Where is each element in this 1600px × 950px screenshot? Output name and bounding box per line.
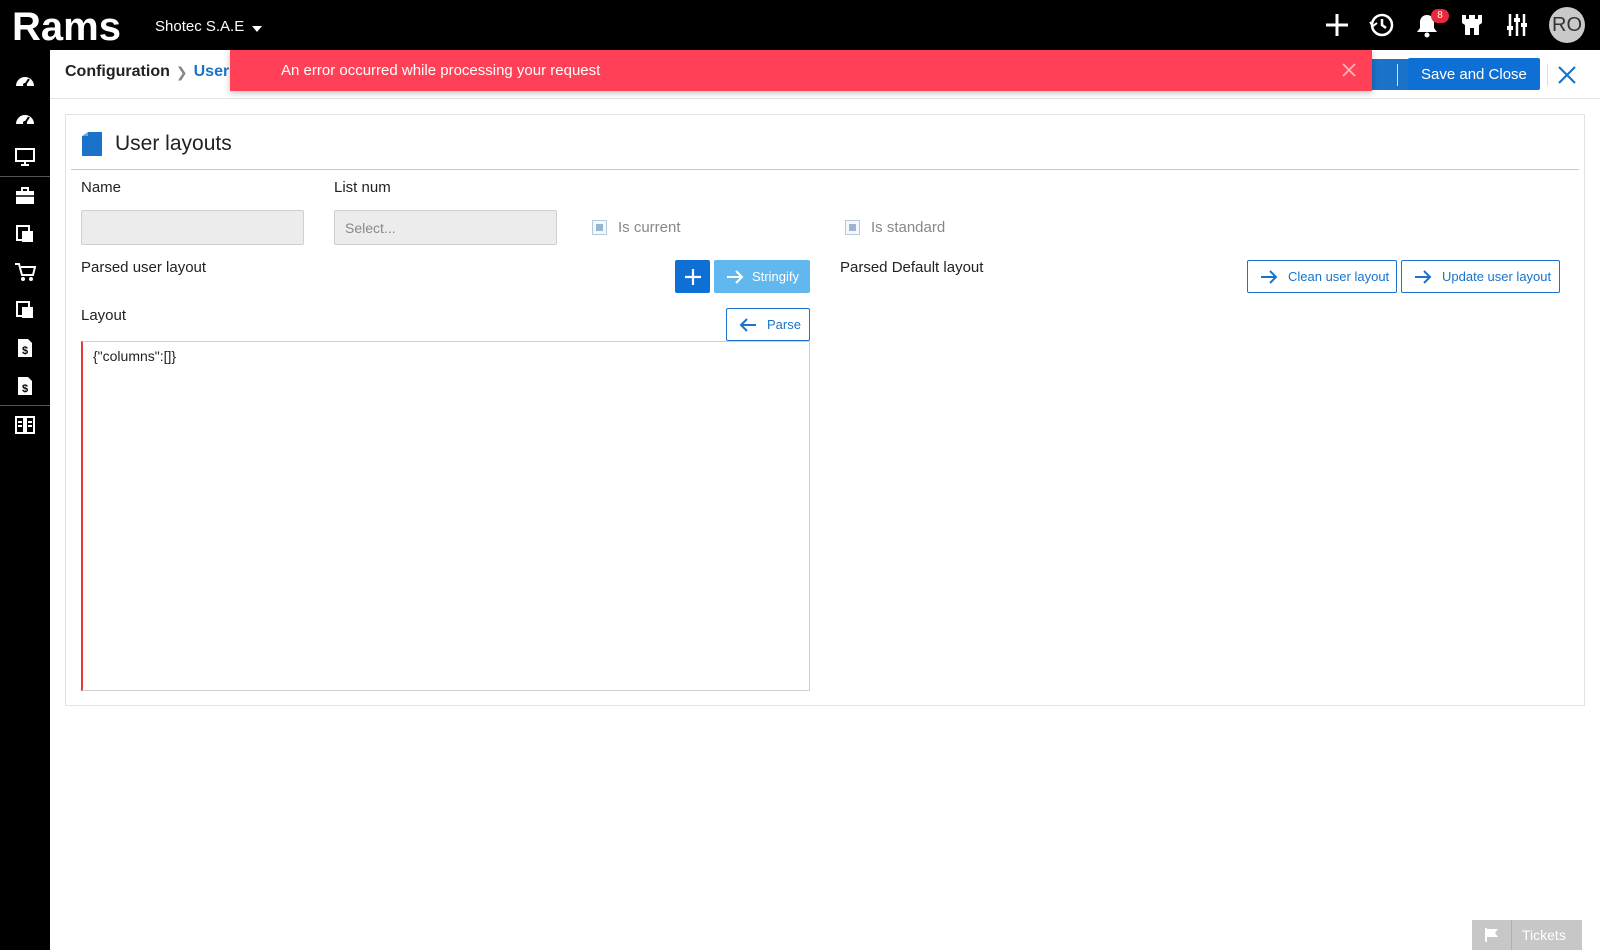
dashboard-gauge-icon [16,115,34,125]
avatar-initials: RO [1549,7,1585,43]
notification-badge: 8 [1431,9,1449,23]
arrow-right-icon [1261,269,1278,284]
clean-user-layout-button[interactable]: Clean user layout [1247,260,1397,293]
arrow-right-icon [727,269,744,284]
error-toast: An error occurred while processing your … [230,50,1372,91]
document-icon [82,132,102,156]
parsed-user-layout-label: Parsed user layout [81,259,207,276]
flag-icon [1472,920,1512,950]
error-message: An error occurred while processing your … [281,62,601,79]
is-current-checkbox[interactable]: Is current [592,219,681,236]
add-button[interactable] [675,260,710,293]
sidebar: $ $ [0,50,50,950]
invoice-dollar-icon: $ [18,339,32,357]
checkbox-box[interactable] [845,220,860,235]
sidebar-item-monitor[interactable] [0,138,50,176]
settings-sliders-icon[interactable] [1503,7,1531,43]
sidebar-item-cart[interactable] [0,253,50,291]
checkbox-box[interactable] [592,220,607,235]
is-standard-label: Is standard [871,219,946,236]
name-field[interactable] [81,210,304,245]
breadcrumb-root[interactable]: Configuration [65,63,170,81]
header-divider [1547,64,1548,86]
briefcase-icon [16,187,34,204]
svg-text:$: $ [22,345,28,357]
user-avatar[interactable]: RO [1548,7,1586,43]
top-bar: Rams Shotec S.A.E 8 RO [0,0,1600,50]
sidebar-item-dashboard-2[interactable] [0,100,50,138]
list-num-select[interactable]: Select... [334,210,557,245]
add-icon[interactable] [1323,7,1351,43]
documents-icon [16,225,33,242]
shopping-cart-icon [15,263,36,281]
layout-label: Layout [81,307,127,324]
stringify-label: Stringify [752,269,799,284]
arrow-left-icon [739,317,756,332]
plus-icon [684,268,701,285]
update-user-layout-label: Update user layout [1442,269,1552,284]
header-divider [1397,64,1398,86]
svg-text:Rams: Rams [12,6,121,46]
sidebar-item-invoice[interactable]: $ [0,329,50,367]
invoice-dollar-icon: $ [18,377,32,395]
monitor-icon [15,148,35,166]
user-layouts-card: User layouts Name List num Select... Is … [65,114,1585,706]
sidebar-item-briefcase[interactable] [0,177,50,215]
castle-icon[interactable] [1458,7,1486,43]
chevron-right-icon: ❯ [175,63,188,80]
page-title: User layouts [115,132,232,155]
layout-textarea[interactable]: {"columns":[]} [81,341,810,691]
company-name: Shotec S.A.E [155,18,245,35]
rams-logo[interactable]: Rams [12,6,132,46]
notifications-bell-icon[interactable]: 8 [1413,7,1449,43]
clean-user-layout-label: Clean user layout [1288,269,1390,284]
tickets-button[interactable]: Tickets [1472,920,1582,950]
sidebar-item-documents-2[interactable] [0,291,50,329]
sidebar-item-layout[interactable] [0,406,50,444]
list-num-label: List num [334,179,391,196]
documents-icon [16,301,33,318]
history-icon[interactable] [1368,7,1396,43]
parse-label: Parse [767,317,801,332]
breadcrumb: Configuration ❯ User [65,63,229,81]
arrow-right-icon [1415,269,1432,284]
update-user-layout-button[interactable]: Update user layout [1401,260,1560,293]
layout-grid-icon [15,416,35,434]
sidebar-item-invoice-2[interactable]: $ [0,367,50,405]
is-standard-checkbox[interactable]: Is standard [845,219,945,236]
is-current-label: Is current [618,219,681,236]
sidebar-item-documents[interactable] [0,215,50,253]
tickets-label: Tickets [1522,927,1566,943]
svg-text:$: $ [22,383,28,395]
breadcrumb-current[interactable]: User [194,63,230,81]
sidebar-item-dashboard[interactable] [0,62,50,100]
parsed-default-layout-label: Parsed Default layout [840,259,984,276]
dashboard-gauge-icon [16,77,34,87]
close-icon[interactable] [1340,61,1358,79]
title-divider [71,169,1579,170]
save-and-close-button[interactable]: Save and Close [1408,58,1540,90]
name-label: Name [81,179,122,196]
card-header: User layouts [81,131,232,157]
parse-button[interactable]: Parse [726,308,810,341]
close-icon[interactable] [1554,62,1580,88]
company-selector[interactable]: Shotec S.A.E [155,18,263,35]
chevron-down-icon [252,25,263,32]
stringify-button[interactable]: Stringify [714,260,810,293]
